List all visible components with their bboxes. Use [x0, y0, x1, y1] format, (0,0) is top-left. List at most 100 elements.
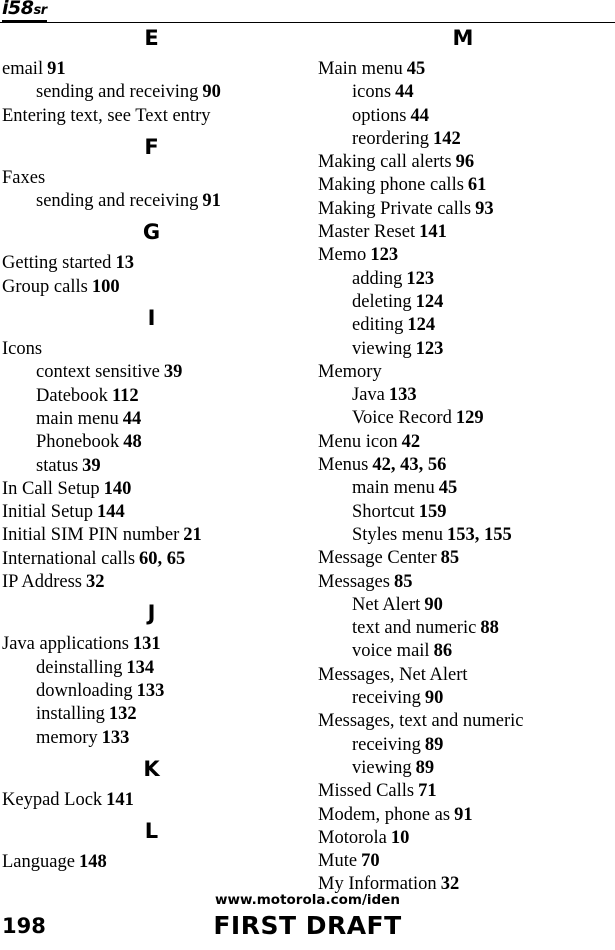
index-entry-pages[interactable]: 141 — [419, 222, 447, 242]
index-entry[interactable]: Making Private calls 93 — [318, 198, 608, 221]
index-entry[interactable]: Datebook 112 — [2, 385, 301, 408]
index-entry-pages[interactable]: 148 — [79, 852, 107, 872]
index-entry-pages[interactable]: 91 — [202, 191, 221, 211]
index-entry-pages[interactable]: 86 — [434, 641, 453, 661]
index-entry-pages[interactable]: 61 — [468, 175, 487, 195]
index-entry-pages[interactable]: 133 — [389, 385, 417, 405]
index-entry[interactable]: email 91 — [2, 58, 301, 81]
index-entry-pages[interactable]: 10 — [391, 828, 410, 848]
index-entry[interactable]: Language 148 — [2, 851, 301, 874]
index-entry-pages[interactable]: 71 — [418, 781, 437, 801]
index-entry[interactable]: International calls 60, 65 — [2, 548, 301, 571]
index-entry-pages[interactable]: 70 — [361, 851, 380, 871]
index-entry[interactable]: memory 133 — [2, 727, 301, 750]
index-entry[interactable]: Phonebook 48 — [2, 431, 301, 454]
index-entry-pages[interactable]: 159 — [419, 502, 447, 522]
index-entry[interactable]: icons 44 — [318, 81, 608, 104]
index-entry-pages[interactable]: 13 — [115, 253, 134, 273]
index-entry[interactable]: Faxes — [2, 167, 301, 190]
index-entry-pages[interactable]: 44 — [395, 82, 414, 102]
footer-url[interactable]: www.motorola.com/iden — [0, 892, 615, 908]
index-entry-pages[interactable]: 88 — [480, 618, 499, 638]
index-entry[interactable]: viewing 123 — [318, 338, 608, 361]
index-entry-pages[interactable]: 48 — [123, 432, 142, 452]
index-entry-pages[interactable]: 133 — [137, 681, 165, 701]
index-entry-pages[interactable]: 42, 43, 56 — [372, 455, 446, 475]
index-entry-pages[interactable]: 85 — [441, 548, 460, 568]
index-entry[interactable]: Making call alerts 96 — [318, 151, 608, 174]
index-entry[interactable]: Getting started 13 — [2, 252, 301, 275]
index-entry-pages[interactable]: 91 — [454, 805, 473, 825]
index-entry-pages[interactable]: 42 — [402, 432, 421, 452]
index-entry-pages[interactable]: 89 — [425, 735, 444, 755]
index-entry-pages[interactable]: 90 — [424, 595, 443, 615]
index-entry[interactable]: installing 132 — [2, 703, 301, 726]
index-entry[interactable]: reordering 142 — [318, 128, 608, 151]
index-entry-pages[interactable]: 90 — [425, 688, 444, 708]
index-entry-pages[interactable]: 90 — [202, 82, 221, 102]
index-entry[interactable]: adding 123 — [318, 268, 608, 291]
index-entry-pages[interactable]: 123 — [406, 269, 434, 289]
index-entry[interactable]: Net Alert 90 — [318, 594, 608, 617]
index-entry-pages[interactable]: 124 — [407, 315, 435, 335]
index-entry-pages[interactable]: 112 — [112, 386, 139, 406]
index-entry[interactable]: Java 133 — [318, 384, 608, 407]
index-entry-pages[interactable]: 45 — [407, 59, 426, 79]
index-entry[interactable]: receiving 90 — [318, 687, 608, 710]
index-entry[interactable]: status 39 — [2, 455, 301, 478]
index-entry-pages[interactable]: 123 — [416, 339, 444, 359]
index-entry-pages[interactable]: 129 — [456, 408, 484, 428]
index-entry[interactable]: Memo 123 — [318, 244, 608, 267]
index-entry[interactable]: Voice Record 129 — [318, 407, 608, 430]
index-entry[interactable]: voice mail 86 — [318, 640, 608, 663]
index-entry-pages[interactable]: 39 — [164, 362, 183, 382]
index-entry-pages[interactable]: 85 — [394, 572, 413, 592]
index-entry-pages[interactable]: 144 — [97, 502, 125, 522]
index-entry-pages[interactable]: 21 — [183, 525, 202, 545]
index-entry-pages[interactable]: 44 — [123, 409, 142, 429]
index-entry-pages[interactable]: 141 — [106, 790, 134, 810]
index-entry[interactable]: In Call Setup 140 — [2, 478, 301, 501]
index-entry-pages[interactable]: 100 — [92, 277, 120, 297]
index-entry[interactable]: viewing 89 — [318, 757, 608, 780]
index-entry[interactable]: IP Address 32 — [2, 571, 301, 594]
index-entry[interactable]: sending and receiving 91 — [2, 190, 301, 213]
index-entry[interactable]: downloading 133 — [2, 680, 301, 703]
index-entry[interactable]: editing 124 — [318, 314, 608, 337]
index-entry[interactable]: Keypad Lock 141 — [2, 789, 301, 812]
index-entry[interactable]: main menu 45 — [318, 477, 608, 500]
index-entry-pages[interactable]: 39 — [82, 456, 101, 476]
index-entry-pages[interactable]: 91 — [47, 59, 66, 79]
index-entry[interactable]: Making phone calls 61 — [318, 174, 608, 197]
index-entry-pages[interactable]: 140 — [104, 479, 132, 499]
index-entry[interactable]: main menu 44 — [2, 408, 301, 431]
index-entry[interactable]: Icons — [2, 338, 301, 361]
index-entry-pages[interactable]: 132 — [109, 704, 137, 724]
index-entry-pages[interactable]: 133 — [102, 728, 130, 748]
index-entry[interactable]: Motorola 10 — [318, 827, 608, 850]
index-entry-pages[interactable]: 89 — [416, 758, 435, 778]
index-entry[interactable]: Messages, text and numeric — [318, 710, 608, 733]
index-entry-pages[interactable]: 131 — [133, 634, 161, 654]
index-entry[interactable]: Java applications 131 — [2, 633, 301, 656]
index-entry[interactable]: Menus 42, 43, 56 — [318, 454, 608, 477]
index-entry[interactable]: Styles menu 153, 155 — [318, 524, 608, 547]
index-entry[interactable]: deinstalling 134 — [2, 657, 301, 680]
index-entry[interactable]: context sensitive 39 — [2, 361, 301, 384]
index-entry-pages[interactable]: 142 — [433, 129, 461, 149]
index-entry[interactable]: Initial SIM PIN number 21 — [2, 524, 301, 547]
index-entry-pages[interactable]: 124 — [416, 292, 444, 312]
index-entry[interactable]: Menu icon 42 — [318, 431, 608, 454]
index-entry[interactable]: Initial Setup 144 — [2, 501, 301, 524]
index-entry[interactable]: Modem, phone as 91 — [318, 804, 608, 827]
index-entry-pages[interactable]: 32 — [86, 572, 105, 592]
index-entry[interactable]: deleting 124 — [318, 291, 608, 314]
index-entry[interactable]: Main menu 45 — [318, 58, 608, 81]
index-entry[interactable]: text and numeric 88 — [318, 617, 608, 640]
index-entry[interactable]: Group calls 100 — [2, 276, 301, 299]
index-entry-pages[interactable]: 96 — [456, 152, 475, 172]
index-entry[interactable]: sending and receiving 90 — [2, 81, 301, 104]
index-entry-pages[interactable]: 123 — [370, 245, 398, 265]
index-entry[interactable]: receiving 89 — [318, 734, 608, 757]
index-entry[interactable]: Messages 85 — [318, 571, 608, 594]
